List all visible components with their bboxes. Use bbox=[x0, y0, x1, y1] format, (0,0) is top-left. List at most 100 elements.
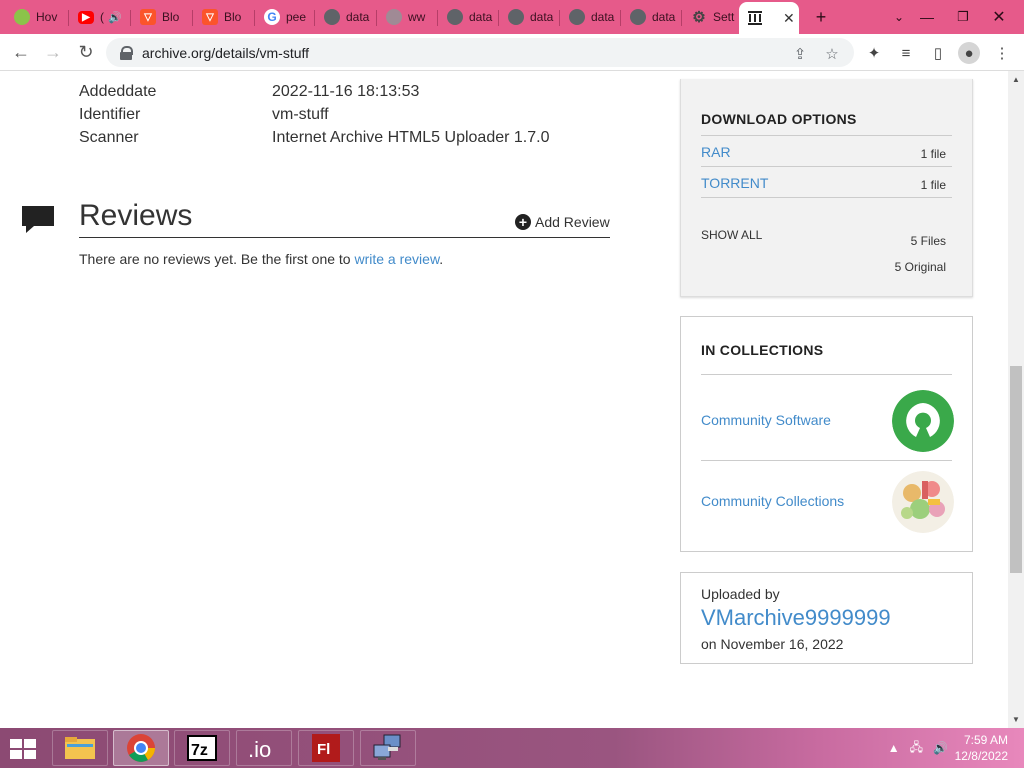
forward-button[interactable]: → bbox=[40, 39, 66, 65]
tab-strip: Hov ▶ ( 🔊 ▽ Blo ▽ Blo G pee data ww data… bbox=[0, 0, 1024, 34]
globe-icon bbox=[630, 9, 646, 25]
download-rar-link[interactable]: RAR bbox=[701, 144, 731, 160]
reviews-heading: Reviews bbox=[79, 199, 193, 232]
profile-avatar-icon[interactable]: ● bbox=[958, 42, 980, 64]
minimize-button[interactable]: — bbox=[914, 4, 940, 30]
tab-4[interactable]: G pee bbox=[256, 4, 314, 30]
share-icon[interactable]: ⇪ bbox=[790, 44, 810, 64]
divider bbox=[701, 374, 952, 375]
tab-11[interactable]: ⚙ Sett bbox=[683, 4, 739, 30]
show-hidden-icons-icon[interactable]: ▲ bbox=[888, 741, 900, 755]
tab-3[interactable]: ▽ Blo bbox=[194, 4, 252, 30]
close-tab-icon[interactable]: ✕ bbox=[783, 10, 795, 27]
side-panel-icon[interactable]: ▯ bbox=[927, 42, 949, 64]
tab-8[interactable]: data bbox=[500, 4, 558, 30]
tab-title: ( bbox=[100, 10, 104, 24]
no-reviews-suffix: . bbox=[439, 251, 444, 267]
new-tab-button[interactable]: + bbox=[808, 4, 834, 30]
write-review-link[interactable]: write a review bbox=[354, 251, 439, 267]
download-rar-count: 1 file bbox=[920, 147, 946, 161]
tab-title: pee bbox=[286, 10, 307, 24]
collection-community-software-link[interactable]: Community Software bbox=[701, 412, 831, 428]
community-collections-thumbnail[interactable] bbox=[892, 471, 954, 533]
globe-icon bbox=[324, 9, 340, 25]
tab-title: Hov bbox=[36, 10, 58, 24]
meta-label-addeddate: Addeddate bbox=[79, 83, 157, 100]
arrow-right-icon: → bbox=[44, 41, 62, 62]
tab-5[interactable]: data bbox=[316, 4, 374, 30]
meta-value-identifier: vm-stuff bbox=[272, 106, 329, 123]
volume-icon[interactable]: 🔊 bbox=[933, 741, 948, 755]
kebab-menu-icon[interactable]: ⋮ bbox=[991, 42, 1013, 64]
tab-1[interactable]: ▶ ( 🔊 bbox=[70, 4, 128, 30]
tab-6[interactable]: ww bbox=[378, 4, 436, 30]
plus-icon: + bbox=[815, 6, 827, 27]
chevron-down-icon: ⌄ bbox=[893, 10, 905, 24]
collection-community-collections-link[interactable]: Community Collections bbox=[701, 493, 844, 509]
uploader-name-link[interactable]: VMarchive9999999 bbox=[701, 605, 891, 631]
youtube-icon: ▶ bbox=[78, 10, 94, 24]
reload-button[interactable]: ↻ bbox=[73, 39, 99, 65]
taskbar-flash[interactable]: Fl bbox=[298, 730, 354, 766]
taskbar-clock[interactable]: 7:59 AM 12/8/2022 bbox=[955, 732, 1008, 764]
network-icon[interactable]: 🖧 bbox=[910, 738, 923, 759]
meta-value-scanner: Internet Archive HTML5 Uploader 1.7.0 bbox=[272, 129, 550, 146]
collections-box: IN COLLECTIONS Community Software Commun… bbox=[680, 316, 973, 552]
no-reviews-text: There are no reviews yet. Be the first o… bbox=[79, 251, 443, 267]
tab-0[interactable]: Hov bbox=[6, 4, 64, 30]
7zip-icon: 7z bbox=[187, 735, 217, 761]
page-content: Addeddate 2022-11-16 18:13:53 Identifier… bbox=[0, 71, 1008, 728]
tab-9[interactable]: data bbox=[561, 4, 619, 30]
windows-start-icon[interactable] bbox=[8, 738, 38, 760]
show-all-link[interactable]: SHOW ALL bbox=[701, 228, 762, 242]
globe-icon bbox=[569, 9, 585, 25]
taskbar-7zip[interactable]: 7z bbox=[174, 730, 230, 766]
browser-toolbar: ← → ↻ archive.org/details/vm-stuff ⇪ ☆ ✦… bbox=[0, 34, 1024, 71]
windows-taskbar: 7z .io Fl ▲ 🖧 🔊 7:59 AM 12/8/2022 bbox=[0, 728, 1024, 768]
svg-text:7z: 7z bbox=[191, 742, 208, 759]
globe-icon bbox=[447, 9, 463, 25]
speaker-icon: 🔊 bbox=[108, 11, 122, 24]
tab-10[interactable]: data bbox=[622, 4, 680, 30]
download-torrent-link[interactable]: TORRENT bbox=[701, 175, 768, 191]
tab-search-button[interactable]: ⌄ bbox=[886, 4, 912, 30]
scrollbar-thumb[interactable] bbox=[1010, 366, 1022, 573]
taskbar-io-app[interactable]: .io bbox=[236, 730, 292, 766]
tab-title: Blo bbox=[224, 10, 242, 24]
extensions-puzzle-icon[interactable]: ✦ bbox=[863, 42, 885, 64]
collage-thumbnail-icon bbox=[892, 471, 954, 533]
tab-7[interactable]: data bbox=[439, 4, 497, 30]
add-review-button[interactable]: + Add Review bbox=[515, 214, 610, 230]
community-software-thumbnail[interactable] bbox=[892, 390, 954, 452]
add-review-label: Add Review bbox=[535, 214, 610, 230]
taskbar-file-explorer[interactable] bbox=[52, 730, 108, 766]
tab-active[interactable]: ✕ bbox=[739, 2, 799, 34]
tab-title: Sett bbox=[713, 10, 735, 24]
minimize-icon: — bbox=[920, 9, 934, 25]
tab-title: ww bbox=[408, 10, 426, 24]
back-button[interactable]: ← bbox=[8, 39, 34, 65]
tab-title: data bbox=[530, 10, 554, 24]
chrome-icon bbox=[127, 734, 155, 762]
tab-title: data bbox=[469, 10, 493, 24]
system-tray: ▲ 🖧 🔊 bbox=[888, 728, 948, 768]
tab-2[interactable]: ▽ Blo bbox=[132, 4, 190, 30]
tab-title: data bbox=[346, 10, 370, 24]
taskbar-network-app[interactable] bbox=[360, 730, 416, 766]
divider bbox=[701, 166, 952, 167]
bookmark-star-icon[interactable]: ☆ bbox=[822, 44, 842, 64]
taskbar-chrome[interactable] bbox=[113, 730, 169, 766]
svg-text:Fl: Fl bbox=[317, 741, 330, 758]
clock-time: 7:59 AM bbox=[963, 733, 1008, 747]
divider bbox=[79, 237, 610, 238]
lock-icon bbox=[120, 45, 133, 60]
close-window-button[interactable]: ✕ bbox=[986, 4, 1012, 30]
restore-button[interactable]: ❐ bbox=[950, 4, 976, 30]
address-bar[interactable]: archive.org/details/vm-stuff ⇪ ☆ bbox=[106, 38, 854, 67]
media-queue-icon[interactable]: ≡ bbox=[895, 42, 917, 64]
scroll-down-arrow-icon[interactable]: ▼ bbox=[1008, 712, 1024, 726]
no-reviews-message: There are no reviews yet. Be the first o… bbox=[79, 251, 355, 267]
scroll-up-arrow-icon[interactable]: ▲ bbox=[1008, 72, 1024, 86]
tab-title: data bbox=[591, 10, 615, 24]
divider bbox=[701, 135, 952, 136]
